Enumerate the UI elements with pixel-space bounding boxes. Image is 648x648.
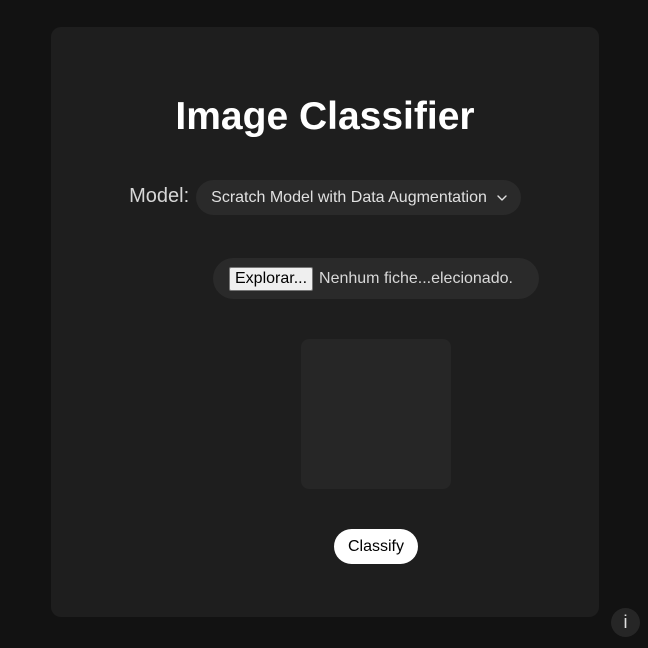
model-select[interactable]: Scratch Model with Data Augmentation (196, 180, 521, 215)
file-status-text: Nenhum fiche...elecionado. (319, 269, 513, 287)
classify-button[interactable]: Classify (334, 529, 418, 564)
model-row: Model: Scratch Model with Data Augmentat… (51, 180, 599, 215)
chevron-down-icon (495, 191, 509, 205)
image-preview (301, 339, 451, 489)
classifier-card: Image Classifier Model: Scratch Model wi… (51, 27, 640, 637)
model-select-value: Scratch Model with Data Augmentation (211, 188, 487, 206)
info-button[interactable]: i (611, 608, 640, 637)
model-label: Model: (129, 185, 190, 207)
page-title: Image Classifier (175, 95, 475, 138)
browse-button[interactable]: Explorar... (229, 266, 314, 291)
file-input: Explorar... Nenhum fiche...elecionado. (213, 258, 539, 299)
